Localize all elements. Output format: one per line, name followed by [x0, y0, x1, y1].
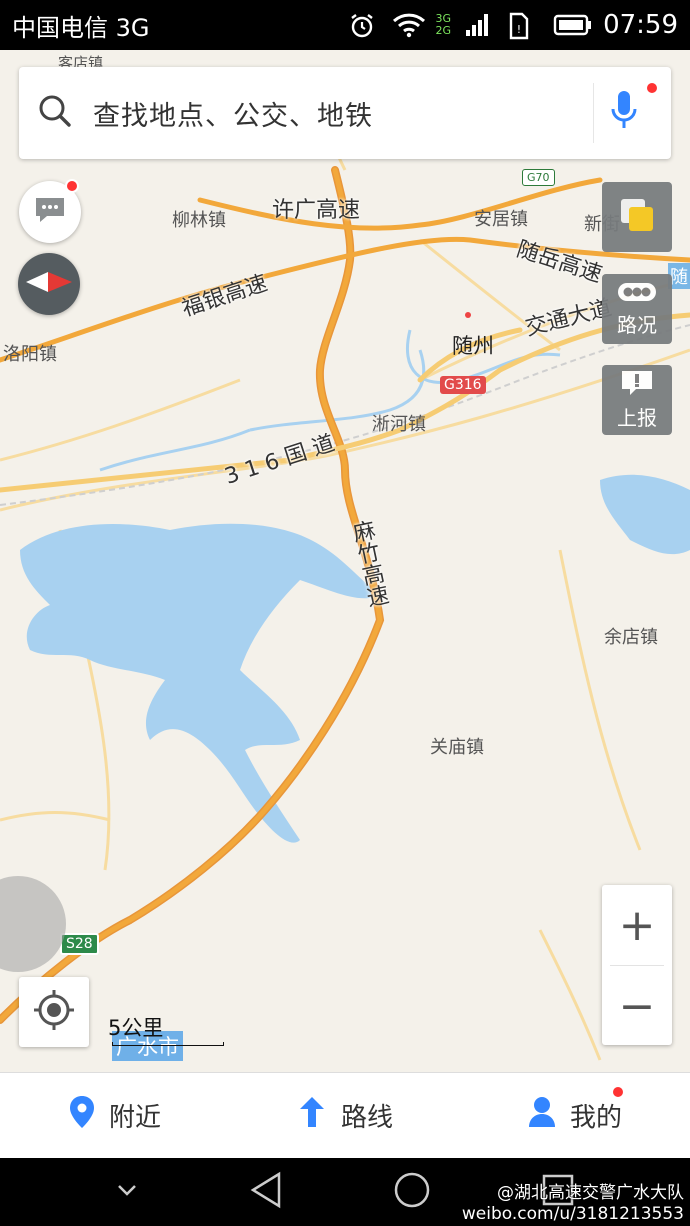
network-type-icon: 3G 2G: [436, 13, 452, 37]
compass-icon: [24, 267, 74, 301]
map-label-luoyangzhen: 洛阳镇: [3, 344, 57, 365]
watermark: @湖北高速交警广水大队 weibo.com/u/3181213553: [462, 1183, 684, 1225]
route-arrow-icon: [297, 1095, 327, 1136]
carrier-label: 中国电信 3G: [12, 13, 150, 42]
report-button[interactable]: 上报: [602, 365, 672, 435]
map-label-yudianzhen: 余店镇: [604, 627, 658, 648]
battery-icon: [553, 12, 592, 38]
home-icon[interactable]: [393, 1171, 431, 1213]
microphone-icon: [609, 89, 639, 137]
chat-bubble-icon: [33, 195, 67, 229]
crosshair-icon: [32, 988, 76, 1036]
compass-button[interactable]: [18, 253, 80, 315]
message-button[interactable]: [19, 179, 81, 243]
road-label-xuguang: 许广高速: [272, 198, 361, 223]
zoom-in-button[interactable]: +: [602, 885, 672, 965]
nav-mine-label: 我的: [569, 1103, 622, 1133]
scale-text: 5公里: [108, 1016, 164, 1040]
nav-route-label: 路线: [340, 1103, 393, 1133]
layers-icon: [617, 195, 657, 240]
person-icon: [528, 1096, 556, 1135]
nav-mine[interactable]: 我的: [460, 1073, 690, 1158]
mine-badge: [611, 1085, 625, 1099]
map-label-suizhou: 随州: [452, 334, 494, 358]
zoom-control: + −: [602, 885, 672, 1045]
shield-g316: G316: [440, 376, 486, 394]
sim-card-icon: !: [509, 12, 539, 40]
clock: 07:59: [603, 10, 678, 40]
traffic-icon: [617, 280, 657, 309]
bottom-nav: 附近 路线 我的: [0, 1072, 690, 1158]
map-label-liulinzhen: 柳林镇: [172, 210, 226, 231]
message-badge: [65, 179, 79, 193]
alarm-icon: [348, 12, 378, 38]
nav-route[interactable]: 路线: [230, 1073, 460, 1158]
wifi-icon: [392, 12, 425, 38]
chevron-down-icon[interactable]: [115, 1182, 139, 1202]
watermark-line2: weibo.com/u/3181213553: [461, 1204, 684, 1224]
layers-button[interactable]: [602, 182, 672, 252]
map-label-guanmiaozhen: 关庙镇: [430, 737, 484, 758]
map-label-xihezhen: 淅河镇: [372, 414, 426, 435]
exclamation-icon: [620, 369, 654, 402]
notification-dot: [645, 81, 659, 95]
map-view[interactable]: 客店镇 柳林镇 安居镇 新街 洛阳镇 随州 淅河镇 余店镇 关庙镇 随 许广高速…: [0, 50, 690, 1072]
zoom-out-button[interactable]: −: [602, 966, 672, 1046]
shield-g70: G70: [522, 169, 555, 186]
svg-text:!: !: [517, 23, 521, 36]
net-bottom-label: 2G: [435, 24, 452, 37]
report-label: 上报: [617, 406, 657, 430]
locate-button[interactable]: [19, 977, 89, 1047]
scale-bar: [112, 1042, 224, 1046]
nav-nearby[interactable]: 附近: [0, 1073, 230, 1158]
location-pin-icon: [69, 1095, 95, 1136]
back-icon[interactable]: [249, 1171, 283, 1213]
search-input[interactable]: 查找地点、公交、地铁: [93, 94, 593, 133]
voice-search-button[interactable]: [593, 81, 659, 143]
traffic-button[interactable]: 路况: [602, 274, 672, 344]
map-label-anjuzhen: 安居镇: [474, 209, 528, 230]
watermark-line1: @湖北高速交警广水大队: [497, 1183, 684, 1203]
search-icon[interactable]: [37, 93, 73, 133]
search-bar[interactable]: 查找地点、公交、地铁: [19, 67, 671, 159]
shield-s28: S28: [60, 933, 99, 955]
traffic-label: 路况: [617, 313, 657, 337]
nav-nearby-label: 附近: [108, 1103, 161, 1133]
status-bar: 中国电信 3G 3G 2G ! 07:59: [0, 0, 690, 50]
signal-icon: [465, 12, 495, 38]
